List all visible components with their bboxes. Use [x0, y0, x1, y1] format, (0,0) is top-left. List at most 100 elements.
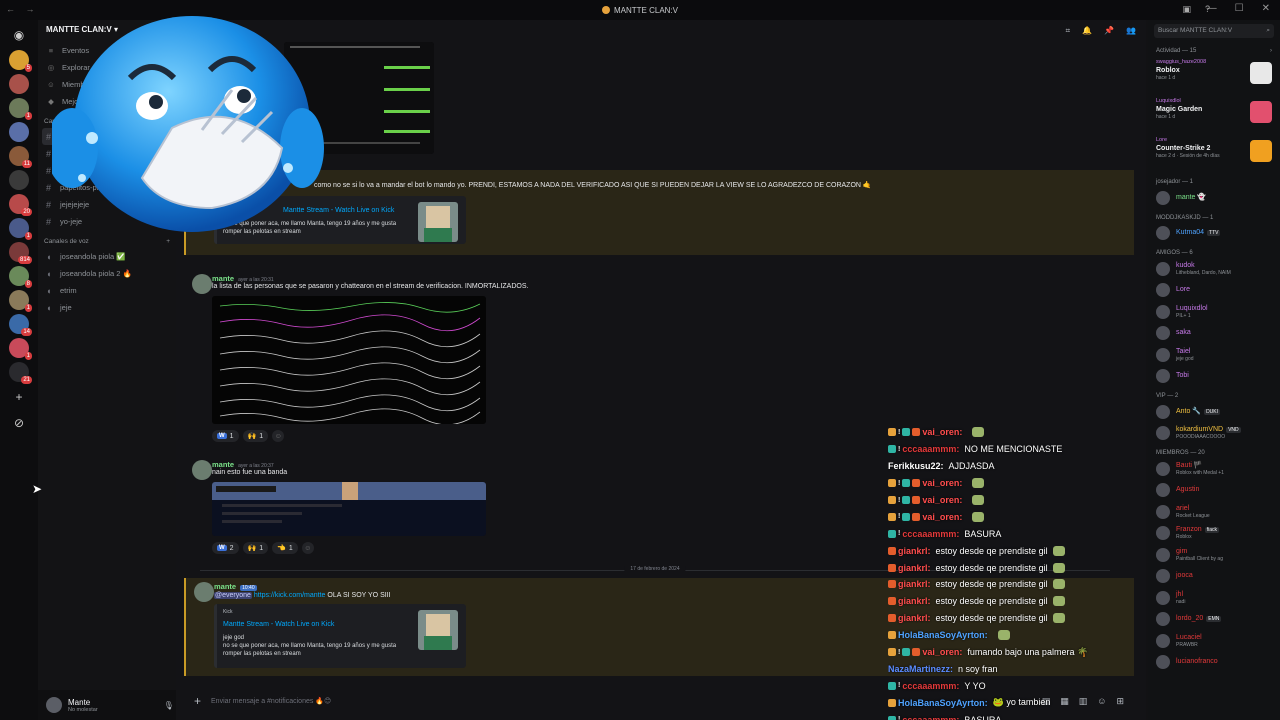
- member-item[interactable]: ariel Rocket League: [1148, 501, 1280, 523]
- message-author[interactable]: mante 10:40: [214, 582, 257, 591]
- channel-jejejejeje[interactable]: # jejejejeje: [38, 196, 176, 213]
- embed-thumbnail[interactable]: [418, 610, 458, 650]
- menu-item-boosts[interactable]: ◆ Mejoras: [38, 93, 176, 110]
- inbox-icon[interactable]: ▣: [1182, 4, 1191, 15]
- member-item[interactable]: gim Paintball Client by ag: [1148, 544, 1280, 566]
- add-reaction-icon[interactable]: ☺: [301, 542, 314, 554]
- avatar[interactable]: [194, 582, 214, 602]
- menu-item-events[interactable]: ≡ Eventos: [38, 42, 176, 59]
- everyone-mention[interactable]: @everyone: [214, 592, 252, 599]
- add-reaction-icon[interactable]: ☺: [272, 430, 285, 442]
- member-item[interactable]: mante 👻: [1148, 187, 1280, 209]
- minimize-button[interactable]: —: [1207, 3, 1217, 14]
- bell-icon[interactable]: 🔔: [1082, 26, 1092, 36]
- voice-channel[interactable]: ◖ jeje: [38, 299, 176, 316]
- history-nav[interactable]: ← →: [6, 4, 39, 14]
- channel-notificaciones[interactable]: # noti…: [42, 128, 172, 145]
- stream-chat-text: Y YO: [964, 680, 986, 691]
- member-item[interactable]: kudok Lithebland, Dardo, NAIM: [1148, 258, 1280, 280]
- kick-link[interactable]: https://kick.com/mantte: [254, 592, 326, 599]
- server-icon[interactable]: 1: [9, 218, 32, 240]
- member-item[interactable]: Franzon fiack Roblox: [1148, 523, 1280, 545]
- member-name: lordo_20: [1176, 615, 1204, 623]
- member-item[interactable]: Taiel jeje god: [1148, 344, 1280, 366]
- image-attachment[interactable]: [284, 42, 434, 154]
- channel-label: joseandola piola ✅: [60, 252, 126, 261]
- member-item[interactable]: lordo_20 EMN: [1148, 609, 1280, 631]
- pin-icon[interactable]: 📌: [1104, 26, 1114, 36]
- member-list-icon[interactable]: 👥: [1126, 26, 1136, 36]
- channel-general[interactable]: # general: [38, 145, 176, 162]
- chevron-right-icon[interactable]: ›: [1270, 48, 1272, 54]
- reaction-w[interactable]: W1: [212, 430, 239, 442]
- search-input[interactable]: Buscar MANTTE CLAN:V ⌕: [1154, 24, 1274, 38]
- voice-channel[interactable]: ◖ etrim: [38, 282, 176, 299]
- avatar: [1156, 404, 1170, 419]
- server-icon[interactable]: 14: [9, 314, 32, 336]
- reaction-raised-hands[interactable]: 🙌 1: [242, 430, 269, 442]
- member-item[interactable]: lucianofranco: [1148, 652, 1280, 674]
- server-icon[interactable]: 1: [9, 290, 32, 312]
- image-attachment[interactable]: [212, 482, 486, 536]
- discord-home-icon[interactable]: ◉: [8, 24, 30, 46]
- server-icon[interactable]: 8: [9, 266, 32, 288]
- activity-card[interactable]: Luquixdlol Magic Garden hace 1 d: [1148, 95, 1280, 134]
- member-item[interactable]: Agustin: [1148, 480, 1280, 502]
- member-item[interactable]: Lucaciel PRAWBR: [1148, 630, 1280, 652]
- category-voice[interactable]: Canales de voz +: [38, 230, 176, 248]
- reaction-raised-hands[interactable]: 🙌 1: [242, 542, 269, 554]
- add-server-icon[interactable]: +: [8, 386, 30, 408]
- add-channel-icon[interactable]: +: [166, 238, 170, 245]
- reaction-point[interactable]: 👈 1: [272, 542, 298, 554]
- server-icon[interactable]: 11: [9, 146, 32, 168]
- avatar[interactable]: [192, 274, 212, 294]
- server-icon[interactable]: 1: [9, 338, 32, 360]
- member-item[interactable]: jhl nadi: [1148, 587, 1280, 609]
- plus-icon[interactable]: +: [194, 694, 201, 708]
- server-icon[interactable]: [9, 170, 29, 190]
- avatar[interactable]: [192, 460, 212, 480]
- member-item[interactable]: Kutma04 TTV: [1148, 223, 1280, 245]
- discover-icon[interactable]: ⊘: [8, 412, 30, 434]
- category-text[interactable]: Canales de texto: [38, 110, 176, 128]
- activity-card[interactable]: Lore Counter-Strike 2 hace 2 d · Sesión de…: [1148, 134, 1280, 173]
- channel-setups[interactable]: # setups: [38, 162, 176, 179]
- message-input[interactable]: Enviar mensaje a #notificaciones 🔥😊: [211, 697, 331, 705]
- activity-card[interactable]: swaggius_haze2008 Roblox hace 1 d: [1148, 56, 1280, 95]
- server-icon[interactable]: 1: [9, 98, 32, 120]
- menu-item-explore[interactable]: ◎ Explorar canales: [38, 59, 176, 76]
- avatar[interactable]: [46, 697, 62, 713]
- threads-icon[interactable]: ⌗: [1066, 26, 1071, 36]
- member-item[interactable]: jooca: [1148, 566, 1280, 588]
- member-item[interactable]: Bauti 🏴 Roblox with Medal +1: [1148, 458, 1280, 480]
- server-icon[interactable]: 21: [9, 362, 32, 384]
- channel-papelitos[interactable]: # papelitos-prime 🟨: [38, 179, 176, 196]
- server-name[interactable]: MANTTE CLAN:V ▾: [38, 20, 176, 42]
- menu-item-members[interactable]: ☺ Miembros: [38, 76, 176, 93]
- channel-yo-jeje[interactable]: # yo-jeje: [38, 213, 176, 230]
- sub-badge-icon: [888, 529, 896, 538]
- voice-channel[interactable]: ◖ joseandola piola ✅: [38, 248, 176, 265]
- microphone-icon[interactable]: 🎙: [164, 701, 174, 710]
- server-icon[interactable]: 5: [9, 50, 32, 72]
- member-item[interactable]: Lore: [1148, 280, 1280, 302]
- voice-channel[interactable]: ◖ joseandola piola 2 🔥: [38, 265, 176, 282]
- member-item[interactable]: Anto 🔧 DUKI: [1148, 401, 1280, 423]
- image-attachment[interactable]: [212, 296, 486, 424]
- member-status: POOODIAAACOOOO: [1176, 434, 1226, 441]
- message-author[interactable]: mante ayer a las 20:37: [212, 460, 274, 469]
- close-button[interactable]: ✕: [1262, 3, 1270, 14]
- member-item[interactable]: Tobi: [1148, 366, 1280, 388]
- embed-thumbnail[interactable]: [418, 202, 458, 242]
- maximize-button[interactable]: ☐: [1235, 3, 1244, 14]
- server-icon[interactable]: 814: [9, 242, 32, 264]
- server-icon[interactable]: 20: [9, 194, 32, 216]
- member-item[interactable]: Luquixdlol PIL+ 1: [1148, 301, 1280, 323]
- server-icon[interactable]: [9, 74, 29, 94]
- message-author[interactable]: mante ayer a las 20:31: [212, 274, 274, 283]
- reaction-w[interactable]: W2: [212, 542, 239, 554]
- member-item[interactable]: saka: [1148, 323, 1280, 345]
- server-icon[interactable]: [9, 122, 29, 142]
- member-name: saka: [1176, 329, 1191, 337]
- member-item[interactable]: kokardiumVND VND POOODIAAACOOOO: [1148, 423, 1280, 445]
